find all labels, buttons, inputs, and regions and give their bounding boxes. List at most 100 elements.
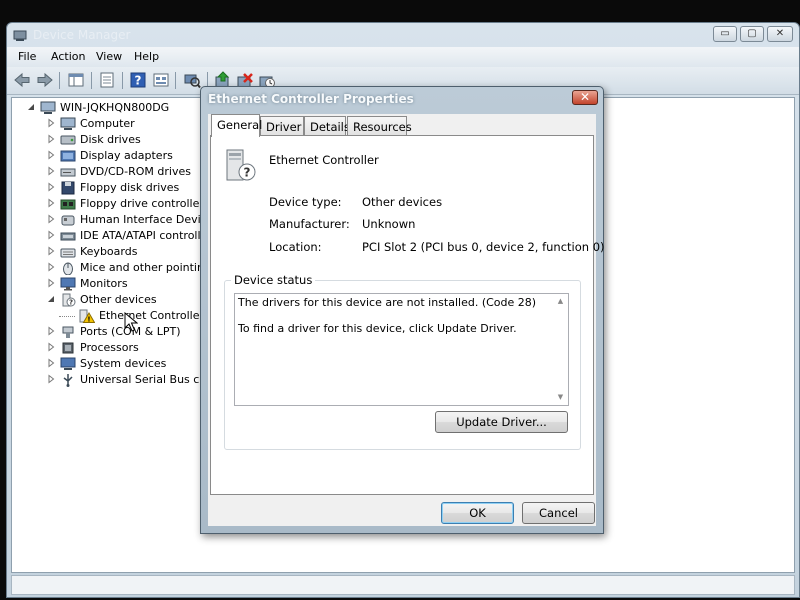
menu-help[interactable]: Help	[134, 50, 159, 63]
device-type-value: Other devices	[362, 195, 443, 209]
collapsed-arrow-icon[interactable]	[46, 134, 56, 144]
tree-item-label: System devices	[80, 357, 167, 370]
warning-device-icon: !	[79, 309, 96, 324]
back-arrow-icon[interactable]	[13, 71, 31, 89]
scan-hardware-icon[interactable]	[183, 71, 201, 89]
collapsed-arrow-icon[interactable]	[46, 278, 56, 288]
update-driver-button[interactable]: Update Driver...	[435, 411, 568, 433]
display-adapter-icon	[60, 149, 76, 163]
cancel-button[interactable]: Cancel	[522, 502, 595, 524]
tree-category-item[interactable]: Human Interface Devices	[46, 212, 219, 228]
toolbar-separator	[91, 72, 92, 89]
floppy-disk-icon	[60, 181, 76, 195]
tree-category-item[interactable]: IDE ATA/ATAPI controllers	[46, 228, 218, 244]
monitor-icon	[60, 277, 76, 291]
toolbar-separator	[59, 72, 60, 89]
svg-text:?: ?	[135, 74, 142, 88]
maximize-button[interactable]: ▢	[740, 26, 764, 42]
close-button[interactable]: ✕	[767, 26, 793, 42]
disk-drive-icon	[60, 133, 76, 147]
collapsed-arrow-icon[interactable]	[46, 118, 56, 128]
tree-item-label: Display adapters	[80, 149, 173, 162]
menu-action[interactable]: Action	[51, 50, 85, 63]
usb-icon	[60, 373, 76, 387]
tree-category-item[interactable]: Floppy drive controllers	[46, 196, 212, 212]
computer-name: WIN-JQKHQN800DG	[60, 101, 170, 114]
tree-category-item[interactable]: Keyboards	[46, 244, 212, 260]
expanded-arrow-icon[interactable]	[26, 102, 36, 112]
expanded-arrow-icon[interactable]	[46, 294, 56, 304]
tab-driver[interactable]: Driver	[260, 116, 304, 136]
device-type-label: Device type:	[269, 195, 342, 209]
tree-category-item[interactable]: ? Other devices	[46, 292, 212, 308]
tree-category-item[interactable]: Display adapters	[46, 148, 212, 164]
status-scrollbar[interactable]: ▲ ▼	[553, 294, 568, 405]
collapsed-arrow-icon[interactable]	[46, 326, 56, 336]
tree-category-item[interactable]: System devices	[46, 356, 212, 372]
device-name: Ethernet Controller	[269, 153, 379, 167]
tree-category-item[interactable]: Universal Serial Bus contro	[46, 372, 228, 388]
collapsed-arrow-icon[interactable]	[46, 150, 56, 160]
location-value: PCI Slot 2 (PCI bus 0, device 2, functio…	[362, 240, 605, 254]
tree-category-item[interactable]: Processors	[46, 340, 212, 356]
collapsed-arrow-icon[interactable]	[46, 214, 56, 224]
port-icon	[60, 325, 76, 339]
toolbar-separator	[175, 72, 176, 89]
collapsed-arrow-icon[interactable]	[46, 230, 56, 240]
dvd-drive-icon	[60, 165, 76, 179]
ok-button[interactable]: OK	[441, 502, 514, 524]
tree-category-item[interactable]: Computer	[46, 116, 212, 132]
tab-details[interactable]: Details	[304, 116, 350, 136]
menu-bar: File Action View Help	[7, 47, 799, 67]
tab-resources[interactable]: Resources	[347, 116, 412, 136]
minimize-button[interactable]: ▭	[713, 26, 737, 42]
show-hide-tree-icon[interactable]	[67, 71, 85, 89]
scroll-down-arrow-icon[interactable]: ▼	[553, 390, 568, 405]
properties-icon[interactable]	[98, 71, 116, 89]
tab-general[interactable]: General	[211, 114, 262, 137]
svg-text:?: ?	[244, 166, 251, 180]
tree-category-item[interactable]: Floppy disk drives	[46, 180, 212, 196]
tree-category-item[interactable]: Monitors	[46, 276, 212, 292]
keyboard-icon	[60, 245, 76, 259]
collapsed-arrow-icon[interactable]	[46, 198, 56, 208]
manufacturer-value: Unknown	[362, 217, 416, 231]
tree-category-item[interactable]: Mice and other pointing de	[46, 260, 228, 276]
tree-item-label: IDE ATA/ATAPI controllers	[80, 229, 218, 242]
main-titlebar[interactable]: Device Manager ▭ ▢ ✕	[7, 23, 799, 47]
floppy-controller-icon	[60, 197, 76, 211]
collapsed-arrow-icon[interactable]	[46, 262, 56, 272]
toolbar-separator	[122, 72, 123, 89]
tree-child-item[interactable]: ! Ethernet Controller	[59, 308, 212, 324]
scroll-up-arrow-icon[interactable]: ▲	[553, 294, 568, 309]
menu-view[interactable]: View	[96, 50, 122, 63]
dialog-close-button[interactable]: ✕	[572, 90, 598, 105]
collapsed-arrow-icon[interactable]	[46, 182, 56, 192]
main-window-title: Device Manager	[33, 28, 131, 42]
forward-arrow-icon[interactable]	[36, 71, 54, 89]
tree-item-label: Other devices	[80, 293, 157, 306]
manufacturer-label: Manufacturer:	[269, 217, 350, 231]
menu-file[interactable]: File	[18, 50, 36, 63]
dialog-body: General Driver Details Resources ? Ether…	[208, 114, 605, 526]
mouse-icon	[60, 261, 76, 276]
unknown-device-icon: ?	[223, 148, 259, 187]
tree-item-label: Human Interface Devices	[80, 213, 220, 226]
tree-item-label: Monitors	[80, 277, 128, 290]
collapsed-arrow-icon[interactable]	[46, 246, 56, 256]
collapsed-arrow-icon[interactable]	[46, 342, 56, 352]
general-tab-panel: ? Ethernet Controller Device type: Other…	[210, 135, 605, 495]
view-icon[interactable]	[152, 71, 170, 89]
help-icon[interactable]: ?	[129, 71, 147, 89]
device-status-textbox[interactable]: The drivers for this device are not inst…	[234, 293, 569, 406]
tree-category-item[interactable]: DVD/CD-ROM drives	[46, 164, 212, 180]
processor-icon	[60, 341, 76, 355]
collapsed-arrow-icon[interactable]	[46, 358, 56, 368]
tree-category-item[interactable]: Disk drives	[46, 132, 212, 148]
tree-root[interactable]: WIN-JQKHQN800DG	[26, 100, 216, 116]
collapsed-arrow-icon[interactable]	[46, 374, 56, 384]
properties-dialog: Ethernet Controller Properties ✕ General…	[200, 86, 605, 534]
collapsed-arrow-icon[interactable]	[46, 166, 56, 176]
computer-icon	[60, 117, 76, 131]
status-bar	[11, 575, 795, 595]
